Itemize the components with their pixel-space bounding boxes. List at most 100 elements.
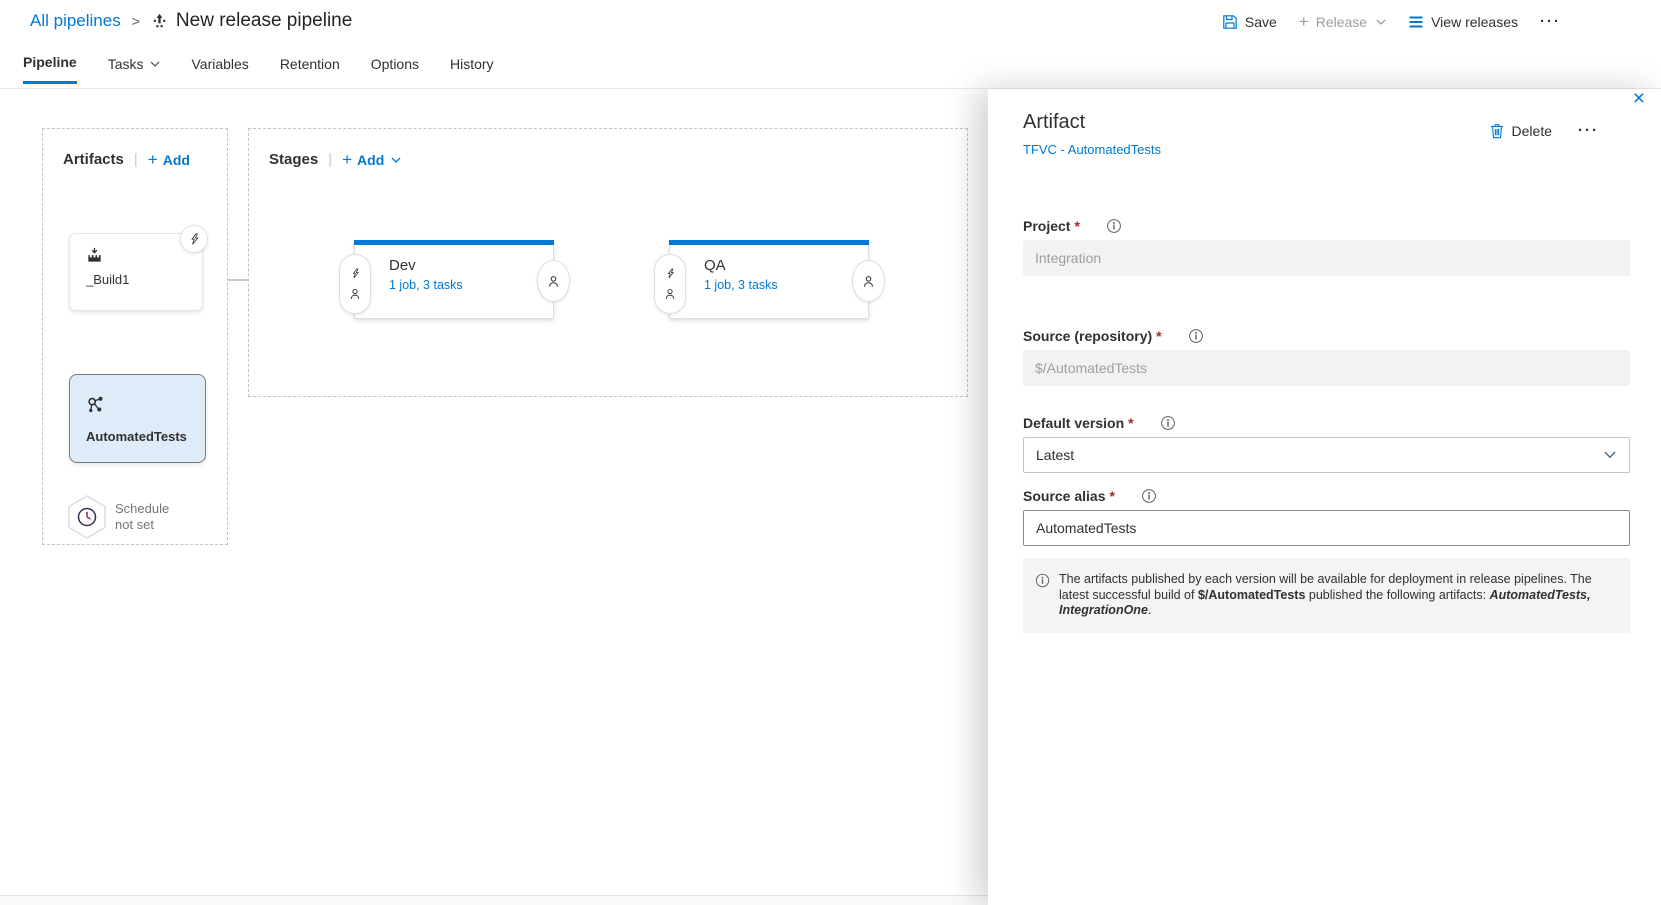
add-artifact-button[interactable]: + Add xyxy=(148,151,190,168)
tab-options[interactable]: Options xyxy=(371,54,419,84)
field-source-repository: Source (repository) * xyxy=(1023,328,1630,386)
source-repository-input xyxy=(1023,350,1630,386)
artifacts-title: Artifacts xyxy=(63,151,124,168)
stage-body: QA 1 job, 3 tasks xyxy=(704,257,778,292)
plus-icon: + xyxy=(1299,13,1309,30)
divider: | xyxy=(134,151,138,168)
release-button[interactable]: + Release xyxy=(1299,13,1386,30)
continuous-deployment-trigger-badge[interactable] xyxy=(180,225,208,253)
delete-label: Delete xyxy=(1512,123,1552,139)
save-floppy-icon xyxy=(1222,14,1238,30)
breadcrumb-all-pipelines-link[interactable]: All pipelines xyxy=(30,11,121,31)
view-releases-label: View releases xyxy=(1431,14,1518,30)
info-icon[interactable] xyxy=(1141,488,1157,504)
release-pipeline-editor: All pipelines > New release pipeline xyxy=(0,0,1661,905)
tab-tasks[interactable]: Tasks xyxy=(108,54,161,84)
stage-card-dev[interactable]: Dev 1 job, 3 tasks xyxy=(354,240,554,319)
artifact-details-panel: × Artifact TFVC - AutomatedTests Delete … xyxy=(988,89,1661,905)
stage-card-qa[interactable]: QA 1 job, 3 tasks xyxy=(669,240,869,319)
page-header: All pipelines > New release pipeline xyxy=(0,0,1661,89)
artifacts-panel: Artifacts | + Add _Build1 xyxy=(42,128,228,545)
stages-panel-header: Stages | + Add xyxy=(269,151,401,168)
release-label: Release xyxy=(1316,14,1367,30)
artifact-panel-header: Artifact TFVC - AutomatedTests xyxy=(1023,111,1161,157)
pipeline-canvas: Artifacts | + Add _Build1 xyxy=(0,89,988,905)
default-version-dropdown[interactable]: Latest xyxy=(1023,437,1630,473)
post-deployment-conditions-button[interactable] xyxy=(537,260,570,302)
chevron-down-icon xyxy=(150,61,160,67)
tab-history[interactable]: History xyxy=(450,54,494,84)
artifact-card-automatedtests[interactable]: AutomatedTests xyxy=(69,374,206,463)
stage-accent-bar xyxy=(354,240,554,245)
field-source-alias: Source alias * xyxy=(1023,488,1630,546)
save-label: Save xyxy=(1245,14,1277,30)
save-button[interactable]: Save xyxy=(1222,14,1277,30)
clock-hexagon-icon xyxy=(65,493,109,541)
divider: | xyxy=(328,151,332,168)
delete-artifact-button[interactable]: Delete xyxy=(1490,123,1552,139)
build-icon xyxy=(86,247,103,264)
field-project: Project * xyxy=(1023,218,1630,276)
stage-body: Dev 1 job, 3 tasks xyxy=(389,257,463,292)
required-marker: * xyxy=(1074,218,1079,234)
source-alias-input[interactable] xyxy=(1023,510,1630,546)
pre-deployment-conditions-button[interactable] xyxy=(654,254,686,314)
tab-bar: Pipeline Tasks Variables Retention Optio… xyxy=(23,54,494,84)
plus-icon: + xyxy=(342,151,352,168)
view-releases-button[interactable]: View releases xyxy=(1408,14,1518,30)
add-stage-button[interactable]: + Add xyxy=(342,151,401,168)
tfvc-graph-icon xyxy=(86,395,105,414)
page-title: New release pipeline xyxy=(176,10,352,32)
release-pipeline-icon xyxy=(151,13,168,30)
required-marker: * xyxy=(1156,328,1161,344)
lightning-icon xyxy=(350,267,361,280)
pre-deployment-conditions-button[interactable] xyxy=(339,254,371,314)
tab-pipeline[interactable]: Pipeline xyxy=(23,54,77,84)
artifacts-panel-header: Artifacts | + Add xyxy=(63,151,190,168)
person-icon xyxy=(546,274,561,289)
artifact-card-build1[interactable]: _Build1 xyxy=(69,233,203,311)
info-icon[interactable] xyxy=(1160,415,1176,431)
required-marker: * xyxy=(1128,415,1133,431)
artifact-name: _Build1 xyxy=(86,272,129,287)
stage-name: Dev xyxy=(389,257,463,274)
stage-jobs-tasks-link[interactable]: 1 job, 3 tasks xyxy=(389,278,463,292)
list-icon xyxy=(1408,15,1424,29)
schedule-trigger-button[interactable]: Schedule not set xyxy=(65,493,169,541)
artifact-more-button[interactable]: ··· xyxy=(1578,122,1599,139)
artifact-form: Project * Source (repository) xyxy=(1023,218,1630,633)
tab-variables[interactable]: Variables xyxy=(191,54,248,84)
artifact-panel-title: Artifact xyxy=(1023,111,1161,134)
horizontal-scrollbar-track[interactable] xyxy=(0,895,988,905)
header-more-button[interactable]: ··· xyxy=(1540,13,1561,30)
info-icon xyxy=(1035,573,1050,619)
artifact-source-link[interactable]: TFVC - AutomatedTests xyxy=(1023,142,1161,157)
person-icon xyxy=(663,287,677,301)
artifact-info-note: The artifacts published by each version … xyxy=(1023,558,1630,633)
source-repository-label: Source (repository) * xyxy=(1023,328,1630,344)
field-default-version: Default version * Latest xyxy=(1023,415,1630,473)
artifact-name: AutomatedTests xyxy=(86,429,187,444)
trash-icon xyxy=(1490,123,1504,139)
info-icon[interactable] xyxy=(1106,218,1122,234)
tab-retention[interactable]: Retention xyxy=(280,54,340,84)
info-icon[interactable] xyxy=(1188,328,1204,344)
lightning-icon xyxy=(665,267,676,280)
stages-panel: Stages | + Add Dev 1 job, 3 tasks xyxy=(248,128,968,397)
info-note-text: The artifacts published by each version … xyxy=(1059,572,1607,619)
default-version-label: Default version * xyxy=(1023,415,1630,431)
artifact-panel-actions: Delete ··· xyxy=(1490,122,1599,139)
breadcrumb: All pipelines > New release pipeline xyxy=(30,10,352,32)
chevron-down-icon xyxy=(391,157,401,163)
project-label: Project * xyxy=(1023,218,1630,234)
post-deployment-conditions-button[interactable] xyxy=(852,260,885,302)
stage-jobs-tasks-link[interactable]: 1 job, 3 tasks xyxy=(704,278,778,292)
person-icon xyxy=(861,274,876,289)
close-icon[interactable]: × xyxy=(1633,87,1645,111)
schedule-label: Schedule not set xyxy=(115,501,169,533)
header-toolbar: Save + Release View releases xyxy=(1222,13,1561,30)
source-alias-label: Source alias * xyxy=(1023,488,1630,504)
stages-title: Stages xyxy=(269,151,318,168)
breadcrumb-separator: > xyxy=(132,13,140,29)
default-version-value: Latest xyxy=(1036,447,1074,463)
